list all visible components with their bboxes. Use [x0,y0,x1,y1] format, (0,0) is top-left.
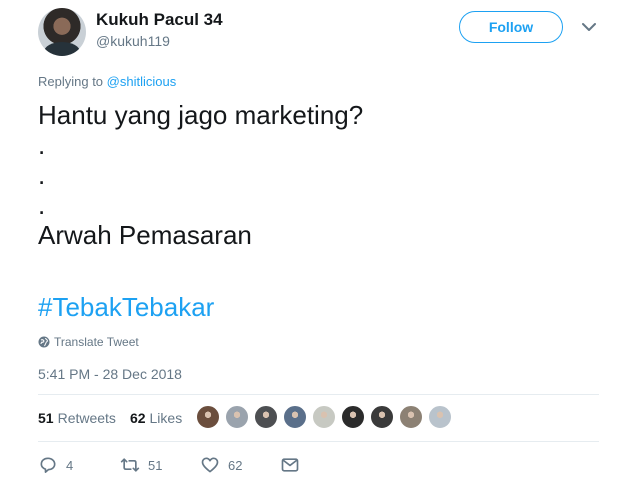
tweet-timestamp[interactable]: 5:41 PM - 28 Dec 2018 [38,366,182,382]
author-display-name[interactable]: Kukuh Pacul 34 [96,10,223,30]
tweet-text: Hantu yang jago marketing? . . . Arwah P… [38,100,364,250]
liker-avatars [196,405,452,429]
liker-avatar[interactable] [283,405,307,429]
retweet-icon [120,458,140,472]
chevron-down-icon[interactable] [582,22,596,32]
translate-tweet-label: Translate Tweet [54,335,139,349]
likes-stat[interactable]: 62 Likes [130,410,182,426]
liker-avatar[interactable] [225,405,249,429]
reply-icon [40,457,56,473]
hashtag-link[interactable]: #TebakTebakar [38,292,214,323]
author-handle[interactable]: @kukuh119 [96,33,170,49]
retweet-action[interactable]: 51 [120,455,162,475]
divider [38,394,599,395]
like-action[interactable]: 62 [200,455,242,475]
reply-count: 4 [66,457,74,473]
message-icon [281,458,299,472]
direct-message-action[interactable] [280,455,300,475]
reply-action[interactable]: 4 [38,455,73,475]
liker-avatar[interactable] [399,405,423,429]
retweets-count: 51 [38,410,54,426]
retweets-label: Retweets [57,410,116,426]
globe-icon [38,336,50,348]
liker-avatar[interactable] [312,405,336,429]
follow-button[interactable]: Follow [459,11,563,43]
liker-avatar[interactable] [370,405,394,429]
tweet-actions: 4 51 62 [38,455,338,477]
translate-tweet-link[interactable]: Translate Tweet [38,335,139,349]
likes-count: 62 [129,410,146,426]
retweets-stat[interactable]: 51 Retweets [38,410,116,426]
reply-mention-link[interactable]: @shitlicious [107,74,177,89]
engagement-stats: 51 Retweets 62 Likes [38,410,182,426]
liker-avatar[interactable] [341,405,365,429]
heart-icon [201,457,219,473]
liker-avatar[interactable] [428,405,452,429]
retweet-count: 51 [148,457,163,473]
likes-label: Likes [149,410,183,426]
liker-avatar[interactable] [196,405,220,429]
replying-to-label: Replying to [38,74,104,89]
avatar-figure [44,42,80,56]
author-avatar[interactable] [38,8,86,56]
replying-to: Replying to @shitlicious [38,74,176,89]
like-count: 62 [228,457,243,473]
liker-avatar[interactable] [254,405,278,429]
divider [38,441,599,442]
